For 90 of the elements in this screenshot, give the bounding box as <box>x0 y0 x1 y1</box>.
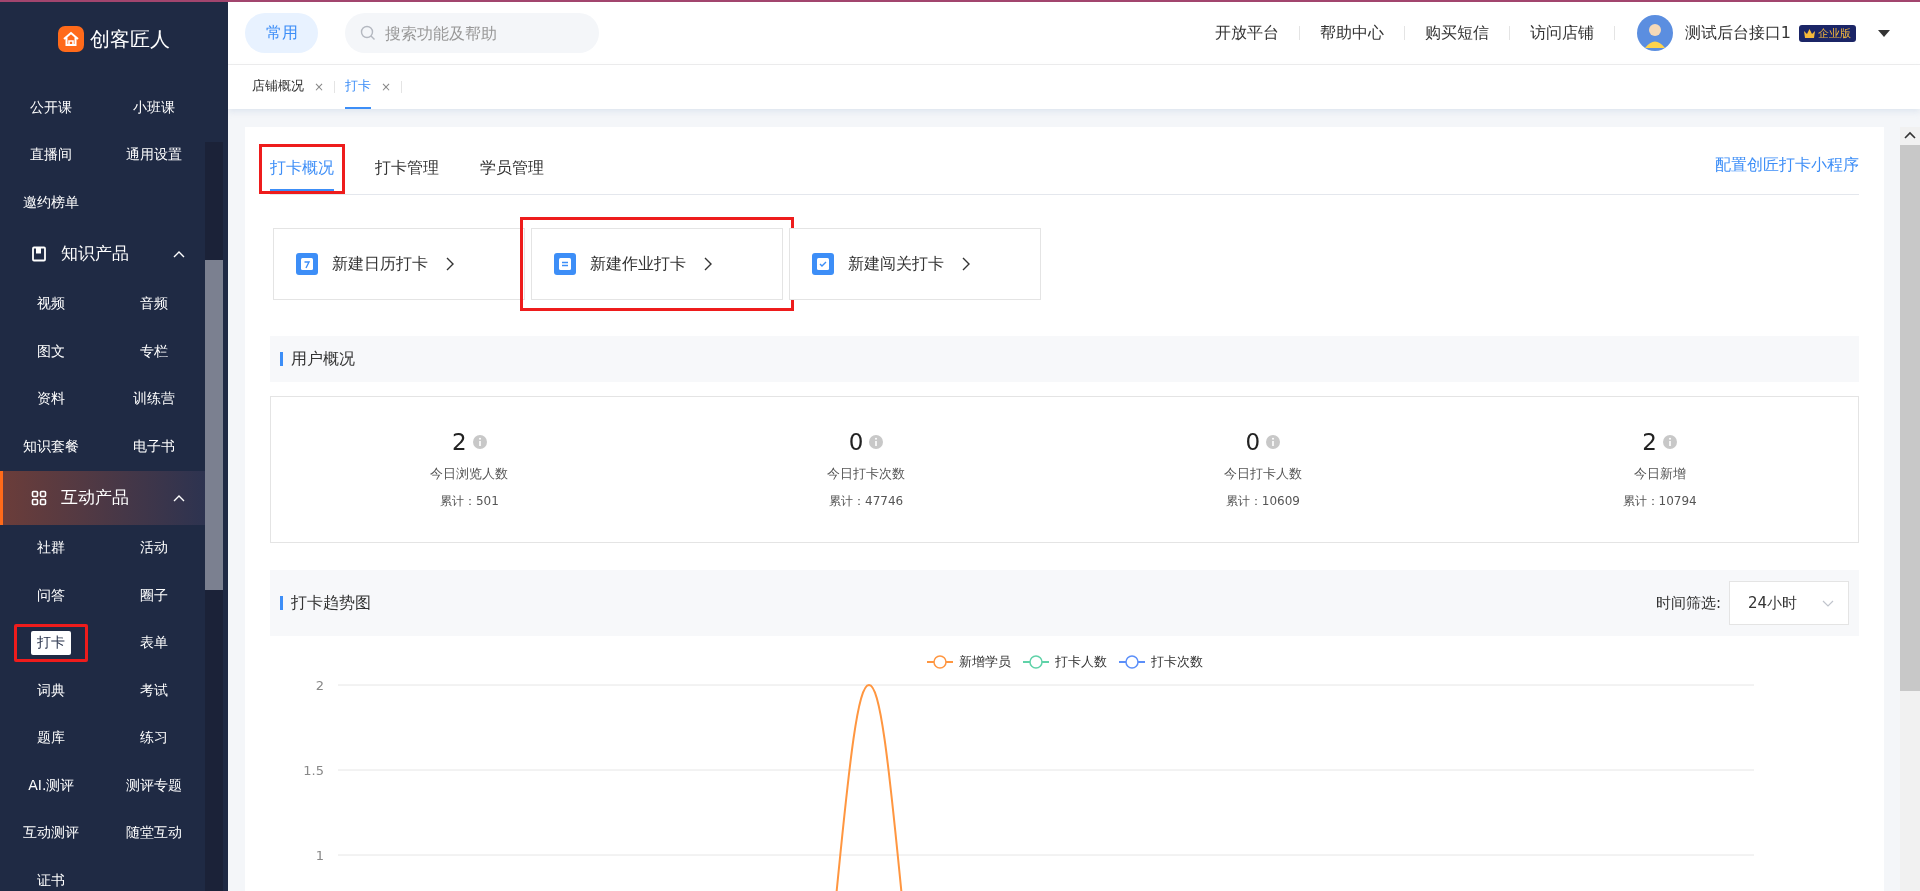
chevron-right-icon <box>704 257 712 271</box>
stat-total: 累计：10794 <box>1622 493 1697 510</box>
stat-label: 今日打卡人数 <box>1223 465 1302 483</box>
menu-item[interactable]: 专栏 <box>133 339 174 364</box>
menu-item[interactable]: 小班课 <box>126 95 181 120</box>
menu-group-header[interactable]: 互动产品 <box>0 470 205 525</box>
menu-item[interactable]: 训练营 <box>126 387 181 412</box>
menu-item[interactable]: 考试 <box>133 678 174 703</box>
chevron-right-icon <box>446 257 454 271</box>
menu-item[interactable]: 问答 <box>31 583 72 608</box>
badge-text: 企业版 <box>1818 25 1851 41</box>
search-field[interactable]: 搜索功能及帮助 <box>345 13 599 53</box>
menu-item[interactable]: 社群 <box>31 536 72 561</box>
top-nav-link[interactable]: 购买短信 <box>1404 22 1509 44</box>
stat-total: 累计：10609 <box>1225 493 1300 510</box>
menu-item[interactable]: 证书 <box>31 868 72 891</box>
search-icon <box>360 25 376 41</box>
info-icon[interactable] <box>472 435 487 449</box>
close-icon[interactable]: × <box>381 80 392 94</box>
grid-icon <box>31 489 47 506</box>
top-nav-link[interactable]: 访问店铺 <box>1509 22 1614 44</box>
stat-label: 今日浏览人数 <box>430 465 509 483</box>
create-checkin-button[interactable]: 新建日历打卡 <box>273 228 525 300</box>
menu-item[interactable]: AI.测评 <box>22 773 81 798</box>
create-checkin-button[interactable]: 新建闯关打卡 <box>789 228 1041 300</box>
menu-item[interactable]: 词典 <box>31 678 72 703</box>
time-filter-select[interactable]: 24小时 <box>1729 581 1849 625</box>
legend-label[interactable]: 新增学员 <box>958 653 1011 671</box>
menu-item[interactable]: 音频 <box>133 292 174 317</box>
menu-group-header[interactable]: 知识产品 <box>0 226 205 281</box>
menu-item[interactable]: 公开课 <box>24 95 79 120</box>
menu-item[interactable]: 表单 <box>133 631 174 656</box>
legend-label[interactable]: 打卡人数 <box>1054 653 1107 671</box>
menu-item[interactable]: 练习 <box>133 726 174 751</box>
info-icon[interactable] <box>1266 435 1281 449</box>
menu-item[interactable]: 邀约榜单 <box>17 190 86 215</box>
axis-tick-label: 1 <box>315 848 324 863</box>
stat-label: 今日新增 <box>1633 465 1686 483</box>
menu-item[interactable]: 电子书 <box>126 434 181 459</box>
scrollbar[interactable] <box>205 142 223 891</box>
create-checkin-button[interactable]: 新建作业打卡 <box>531 228 783 300</box>
menu-item[interactable]: 随堂互动 <box>119 821 188 846</box>
axis-tick-label: 1.5 <box>303 763 324 778</box>
info-icon[interactable] <box>1662 435 1677 449</box>
chevron-right-icon <box>962 257 970 271</box>
section-title: 打卡趋势图 <box>291 592 371 614</box>
calendar-check-icon <box>812 253 834 275</box>
stat-total: 累计：501 <box>439 493 499 510</box>
dropdown-caret-icon[interactable] <box>1878 29 1890 37</box>
tab[interactable]: 打卡管理 <box>375 147 439 191</box>
scrollbar[interactable] <box>1900 127 1920 891</box>
scroll-up-icon[interactable] <box>1904 131 1916 139</box>
menu-item[interactable]: 资料 <box>31 387 72 412</box>
stat-value: 0 <box>848 429 864 455</box>
menu-item[interactable]: 打卡 <box>31 631 72 656</box>
page-tab[interactable]: 打卡 <box>345 65 372 109</box>
section-title: 用户概况 <box>291 348 355 370</box>
legend-label[interactable]: 打卡次数 <box>1150 653 1203 671</box>
menu-item[interactable]: 知识套餐 <box>17 434 86 459</box>
close-icon[interactable]: × <box>314 80 325 94</box>
menu-item[interactable]: 活动 <box>133 536 174 561</box>
menu-item[interactable]: 测评专题 <box>119 773 188 798</box>
menu-item[interactable]: 互动测评 <box>17 821 86 846</box>
book-icon <box>31 245 47 262</box>
house-logo-icon <box>58 26 84 52</box>
top-nav-link[interactable]: 开放平台 <box>1194 22 1299 44</box>
top-nav-link[interactable]: 帮助中心 <box>1299 22 1404 44</box>
menu-item[interactable]: 图文 <box>31 339 72 364</box>
stat-value: 2 <box>1642 429 1657 455</box>
avatar-icon[interactable] <box>1636 15 1673 51</box>
stat-total: 累计：47746 <box>829 493 904 510</box>
logo-text: 创客匠人 <box>90 25 170 53</box>
chevron-down-icon <box>1822 599 1834 607</box>
stat-label: 今日打卡次数 <box>827 465 906 483</box>
axis-tick-label: 2 <box>315 678 324 693</box>
filter-label: 时间筛选: <box>1655 593 1721 613</box>
user-name[interactable]: 测试后台接口1 <box>1684 22 1791 44</box>
calendar-icon <box>296 253 318 275</box>
menu-item[interactable]: 圈子 <box>133 583 174 608</box>
crown-icon <box>1804 28 1815 38</box>
stat-value: 0 <box>1245 429 1261 455</box>
info-icon[interactable] <box>869 435 884 449</box>
list-icon <box>554 253 576 275</box>
menu-item[interactable]: 视频 <box>31 292 72 317</box>
menu-item[interactable]: 直播间 <box>24 143 79 168</box>
menu-item[interactable]: 通用设置 <box>119 143 188 168</box>
menu-item[interactable]: 题库 <box>31 726 72 751</box>
tab[interactable]: 学员管理 <box>480 147 544 191</box>
stat-value: 2 <box>452 429 467 455</box>
page-tab[interactable]: 店铺概况 <box>252 65 304 109</box>
